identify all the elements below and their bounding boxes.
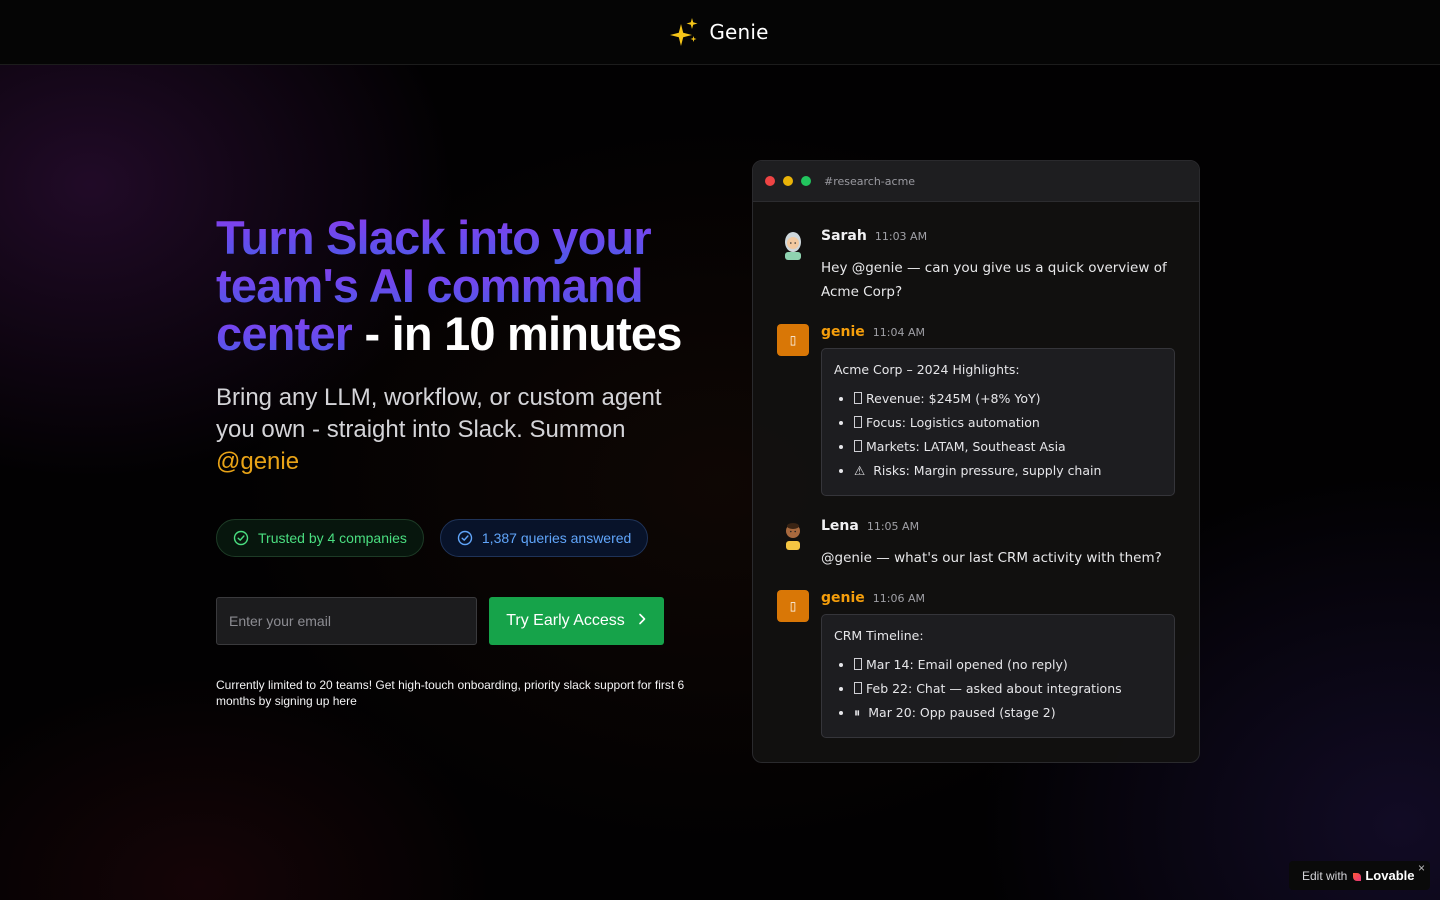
queries-badge: 1,387 queries answered [439, 519, 649, 557]
card-title: CRM Timeline: [834, 628, 924, 643]
emoji-icon [854, 392, 862, 404]
window-titlebar: #research-acme [753, 161, 1199, 202]
edit-with-lovable-badge[interactable]: Edit with Lovable × [1289, 861, 1430, 890]
genie-bot-avatar: ▯ [777, 590, 809, 622]
list-item: Feb 22: Chat — asked about integrations [854, 677, 1162, 701]
message-time: 11:06 AM [872, 592, 925, 605]
list-item: ⚠ Risks: Margin pressure, supply chain [854, 459, 1162, 483]
pause-icon: ⏸ [854, 705, 861, 720]
lovable-prefix: Edit with [1302, 868, 1348, 883]
message-time: 11:03 AM [874, 230, 928, 243]
warning-icon: ⚠ [854, 463, 866, 478]
emoji-icon [854, 658, 862, 670]
brand-name: Genie [709, 20, 769, 44]
message-author: genie [821, 324, 865, 340]
list-item: Focus: Logistics automation [854, 411, 1162, 435]
try-early-access-button[interactable]: Try Early Access [489, 597, 664, 645]
message-author: Lena [821, 518, 859, 534]
card-title: Acme Corp – 2024 Highlights: [834, 362, 1020, 377]
headline-white-text: - in 10 minutes [352, 307, 683, 360]
avatar-sarah [777, 228, 809, 260]
brand-logo[interactable]: Genie [669, 16, 768, 48]
queries-badge-label: 1,387 queries answered [481, 530, 632, 546]
genie-bot-avatar: ▯ [777, 324, 809, 356]
subhead-text: Bring any LLM, workflow, or custom agent… [216, 384, 662, 443]
card-list: Revenue: $245M (+8% YoY) Focus: Logistic… [834, 387, 1162, 483]
list-item: Mar 14: Email opened (no reply) [854, 653, 1162, 677]
slack-chat-window: #research-acme Sarah 11:03 AM Hey @genie… [752, 160, 1200, 763]
genie-response-card: CRM Timeline: Mar 14: Email opened (no r… [821, 614, 1175, 738]
check-circle-icon [457, 530, 473, 546]
window-minimize-dot [783, 176, 793, 186]
sparkles-icon [669, 16, 701, 48]
hero-headline: Turn Slack into your team's AI command c… [216, 214, 716, 358]
message-author: Sarah [821, 228, 867, 244]
avatar-lena [777, 518, 809, 550]
emoji-icon [854, 416, 862, 428]
list-item: ⏸ Mar 20: Opp paused (stage 2) [854, 701, 1162, 725]
message-text: Hey @genie — can you give us a quick ove… [821, 260, 1167, 300]
channel-name: #research-acme [824, 174, 916, 188]
lovable-name: Lovable [1365, 868, 1415, 883]
emoji-icon [854, 440, 862, 452]
message-time: 11:05 AM [866, 520, 920, 533]
trusted-badge-label: Trusted by 4 companies [258, 530, 407, 546]
hero-background [0, 65, 1440, 900]
genie-response-card: Acme Corp – 2024 Highlights: Revenue: $2… [821, 348, 1175, 496]
window-maximize-dot [801, 176, 811, 186]
message-text: @genie — what's our last CRM activity wi… [821, 550, 1162, 566]
email-input[interactable] [216, 597, 477, 645]
trusted-badge: Trusted by 4 companies [216, 519, 424, 557]
chevron-right-icon [637, 612, 647, 630]
close-icon[interactable]: × [1418, 861, 1425, 875]
hero-subhead: Bring any LLM, workflow, or custom agent… [216, 382, 696, 478]
window-close-dot [765, 176, 775, 186]
check-circle-icon [233, 530, 249, 546]
emoji-icon [854, 682, 862, 694]
list-item: Revenue: $245M (+8% YoY) [854, 387, 1162, 411]
cta-label: Try Early Access [506, 612, 625, 629]
signup-fineprint: Currently limited to 20 teams! Get high-… [216, 678, 685, 708]
stats-badges: Trusted by 4 companies 1,387 queries ans… [216, 519, 649, 557]
message-author: genie [821, 590, 865, 606]
lovable-heart-icon [1352, 871, 1362, 881]
top-nav: Genie [0, 0, 1440, 65]
card-list: Mar 14: Email opened (no reply) Feb 22: … [834, 653, 1162, 725]
subhead-mention: @genie [216, 448, 300, 475]
list-item: Markets: LATAM, Southeast Asia [854, 435, 1162, 459]
message-time: 11:04 AM [872, 326, 925, 339]
